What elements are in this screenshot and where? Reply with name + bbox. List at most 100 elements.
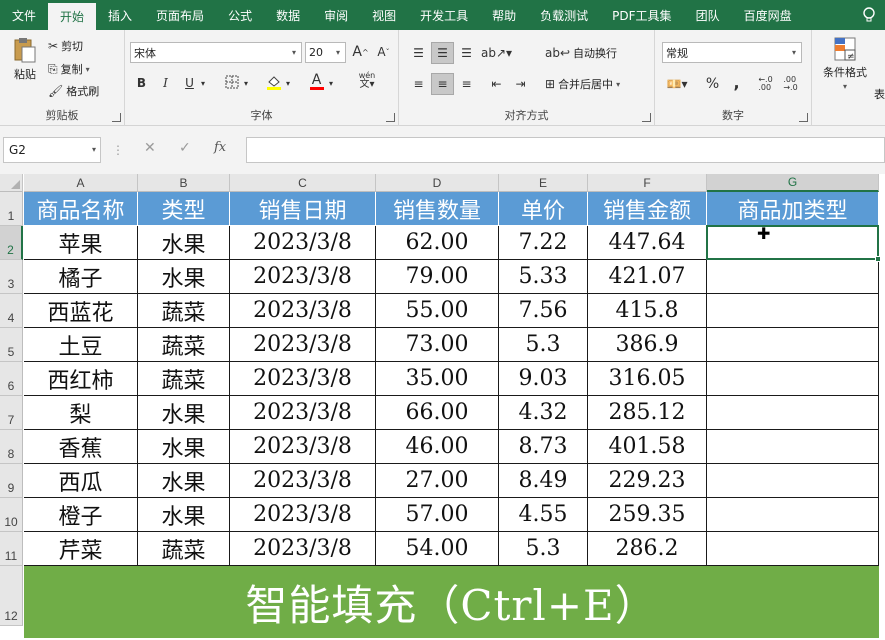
tab-4[interactable]: 公式 — [216, 0, 264, 30]
data-cell[interactable]: 7.56 — [499, 294, 588, 328]
header-cell[interactable]: 销售金额 — [588, 192, 707, 226]
font-color-button[interactable]: A — [305, 70, 328, 92]
row-header-7[interactable]: 7 — [0, 396, 23, 430]
data-cell[interactable]: 73.00 — [376, 328, 499, 362]
borders-button[interactable] — [220, 72, 243, 94]
column-header-g[interactable]: G — [707, 174, 879, 192]
data-cell[interactable]: 土豆 — [24, 328, 138, 362]
italic-button[interactable]: I — [154, 72, 177, 94]
alignment-launcher-icon[interactable] — [642, 113, 651, 122]
data-cell[interactable] — [707, 226, 879, 260]
data-cell[interactable]: 316.05 — [588, 362, 707, 396]
data-cell[interactable] — [707, 328, 879, 362]
fill-color-dropdown[interactable]: ▾ — [283, 72, 293, 94]
data-cell[interactable]: 橙子 — [24, 498, 138, 532]
data-cell[interactable] — [707, 464, 879, 498]
data-cell[interactable]: 79.00 — [376, 260, 499, 294]
column-header-d[interactable]: D — [376, 174, 499, 192]
fill-color-button[interactable] — [262, 72, 285, 94]
data-cell[interactable]: 2023/3/8 — [230, 498, 376, 532]
bold-button[interactable]: B — [130, 72, 153, 94]
font-launcher-icon[interactable] — [386, 113, 395, 122]
header-cell[interactable]: 商品名称 — [24, 192, 138, 226]
row-header-9[interactable]: 9 — [0, 464, 23, 498]
data-cell[interactable]: 蔬菜 — [138, 294, 230, 328]
data-cell[interactable]: 447.64 — [588, 226, 707, 260]
increase-font-size-button[interactable]: A ^ — [349, 41, 372, 63]
data-cell[interactable]: 55.00 — [376, 294, 499, 328]
row-header-1[interactable]: 1 — [0, 192, 23, 226]
data-cell[interactable]: 62.00 — [376, 226, 499, 260]
tab-2[interactable]: 插入 — [96, 0, 144, 30]
decrease-font-size-button[interactable]: Aˇ — [372, 41, 395, 63]
data-cell[interactable]: 苹果 — [24, 226, 138, 260]
row-header-8[interactable]: 8 — [0, 430, 23, 464]
row-header-11[interactable]: 11 — [0, 532, 23, 566]
data-cell[interactable]: 蔬菜 — [138, 532, 230, 566]
align-right-button[interactable]: ≡ — [455, 73, 478, 95]
data-cell[interactable]: 285.12 — [588, 396, 707, 430]
data-cell[interactable]: 水果 — [138, 396, 230, 430]
data-cell[interactable]: 9.03 — [499, 362, 588, 396]
number-format-select[interactable]: 常规 ▾ — [662, 42, 802, 63]
insert-function-button[interactable]: fx — [214, 140, 226, 155]
copy-button[interactable]: ⎘ 复制 ▾ — [48, 61, 90, 77]
data-cell[interactable]: 8.49 — [499, 464, 588, 498]
format-as-table-button[interactable]: 表 — [874, 86, 885, 102]
data-cell[interactable]: 4.32 — [499, 396, 588, 430]
data-cell[interactable] — [707, 498, 879, 532]
data-cell[interactable]: 西瓜 — [24, 464, 138, 498]
data-cell[interactable]: 2023/3/8 — [230, 464, 376, 498]
column-header-a[interactable]: A — [24, 174, 138, 192]
data-cell[interactable]: 5.3 — [499, 328, 588, 362]
data-cell[interactable]: 西红柿 — [24, 362, 138, 396]
data-cell[interactable]: 259.35 — [588, 498, 707, 532]
data-cell[interactable]: 2023/3/8 — [230, 260, 376, 294]
data-cell[interactable]: 芹菜 — [24, 532, 138, 566]
data-cell[interactable]: 橘子 — [24, 260, 138, 294]
tab-1[interactable]: 开始 — [48, 3, 97, 30]
data-cell[interactable]: 2023/3/8 — [230, 532, 376, 566]
data-cell[interactable]: 2023/3/8 — [230, 294, 376, 328]
clipboard-launcher-icon[interactable] — [112, 113, 121, 122]
select-all-button[interactable] — [0, 174, 23, 192]
tab-7[interactable]: 视图 — [360, 0, 408, 30]
align-center-button[interactable]: ≡ — [431, 73, 454, 95]
data-cell[interactable]: 2023/3/8 — [230, 226, 376, 260]
data-cell[interactable]: 水果 — [138, 498, 230, 532]
data-cell[interactable]: 46.00 — [376, 430, 499, 464]
data-cell[interactable]: 蔬菜 — [138, 328, 230, 362]
data-cell[interactable]: 水果 — [138, 226, 230, 260]
header-cell[interactable]: 单价 — [499, 192, 588, 226]
align-top-button[interactable]: ☰ — [407, 42, 430, 64]
data-cell[interactable]: 水果 — [138, 260, 230, 294]
data-cell[interactable]: 415.8 — [588, 294, 707, 328]
data-cell[interactable] — [707, 532, 879, 566]
data-cell[interactable]: 2023/3/8 — [230, 396, 376, 430]
data-cell[interactable]: 66.00 — [376, 396, 499, 430]
formula-input[interactable] — [246, 137, 885, 163]
data-cell[interactable] — [707, 294, 879, 328]
data-cell[interactable]: 421.07 — [588, 260, 707, 294]
data-cell[interactable]: 286.2 — [588, 532, 707, 566]
font-size-select[interactable]: 20 ▾ — [305, 42, 346, 63]
percent-style-button[interactable]: % — [701, 73, 724, 95]
column-header-c[interactable]: C — [230, 174, 376, 192]
header-cell[interactable]: 销售数量 — [376, 192, 499, 226]
data-cell[interactable]: 2023/3/8 — [230, 362, 376, 396]
fill-handle[interactable] — [875, 256, 881, 262]
cancel-entry-button[interactable]: ✕ — [144, 140, 156, 156]
name-box[interactable]: G2 ▾ — [3, 137, 101, 163]
row-header-2[interactable]: 2 — [0, 226, 23, 260]
number-launcher-icon[interactable] — [799, 113, 808, 122]
merge-center-button[interactable]: ⊞ 合并后居中 ▾ — [545, 76, 620, 92]
align-bottom-button[interactable]: ☰ — [455, 42, 478, 64]
tab-6[interactable]: 审阅 — [312, 0, 360, 30]
row-header-10[interactable]: 10 — [0, 498, 23, 532]
header-cell[interactable]: 销售日期 — [230, 192, 376, 226]
data-cell[interactable]: 西蓝花 — [24, 294, 138, 328]
paste-button[interactable]: 粘贴 — [8, 36, 42, 82]
column-header-f[interactable]: F — [588, 174, 707, 192]
tab-0[interactable]: 文件 — [0, 0, 48, 30]
tab-9[interactable]: 帮助 — [480, 0, 528, 30]
